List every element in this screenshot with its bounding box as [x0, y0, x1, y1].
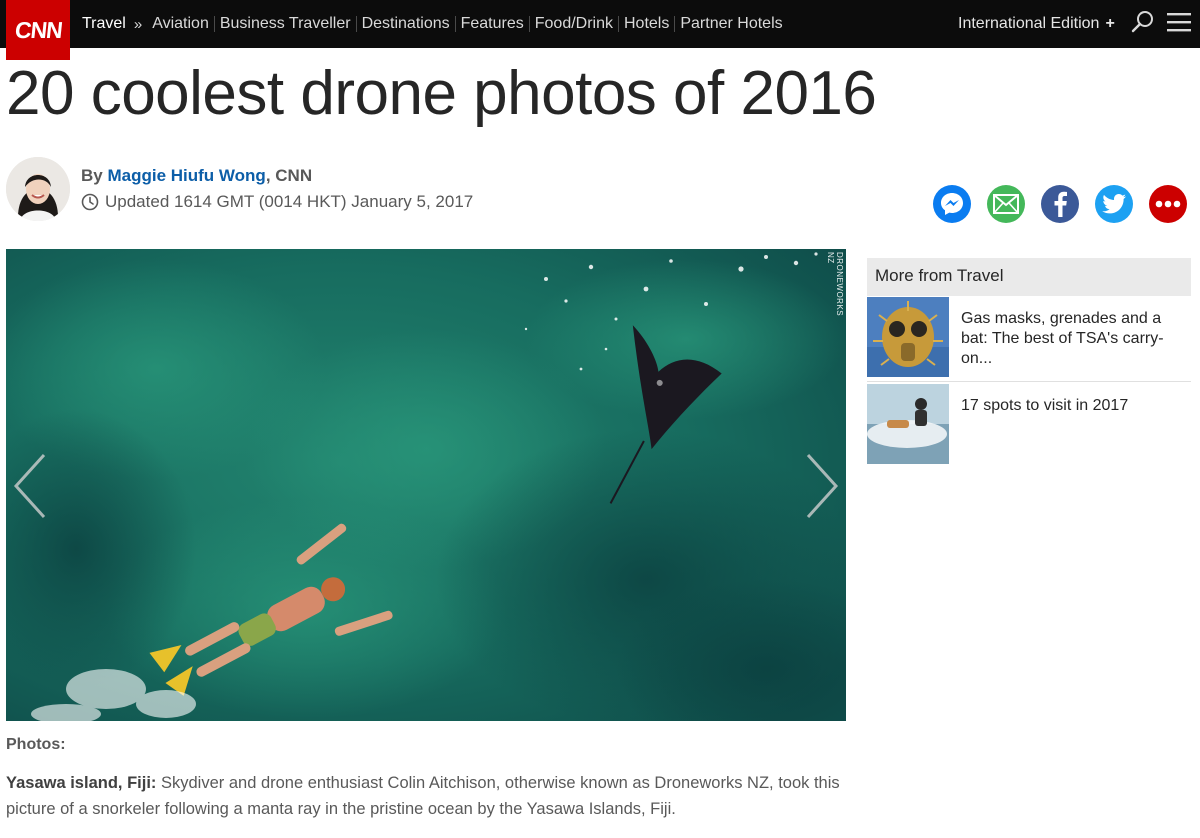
nav-item-features[interactable]: Features: [454, 16, 529, 32]
email-icon: [993, 194, 1019, 214]
byline-prefix: By: [81, 166, 108, 185]
more-icon: [1155, 200, 1181, 208]
edition-picker[interactable]: International Edition +: [958, 0, 1115, 48]
caption-location: Yasawa island, Fiji:: [6, 774, 157, 792]
nav-item-partner-hotels[interactable]: Partner Hotels: [674, 16, 787, 32]
author-link[interactable]: Maggie Hiufu Wong: [107, 166, 265, 185]
related-article[interactable]: 17 spots to visit in 2017: [867, 384, 1191, 464]
search-icon[interactable]: [1131, 10, 1155, 34]
nav-item-business-traveller[interactable]: Business Traveller: [213, 16, 356, 32]
photo-caption: Yasawa island, Fiji: Skydiver and drone …: [6, 770, 846, 822]
photo-watermark: DRONEWORKS NZ: [826, 252, 844, 317]
share-facebook-button[interactable]: [1041, 185, 1079, 223]
more-header-label: More from Travel: [875, 266, 1004, 285]
byline: By Maggie Hiufu Wong, CNN: [81, 166, 312, 186]
nav-item-food-drink[interactable]: Food/Drink: [528, 16, 618, 32]
share-messenger-button[interactable]: [933, 185, 971, 223]
nav-item-destinations[interactable]: Destinations: [355, 16, 455, 32]
logo-text: CNN: [13, 16, 63, 43]
byline-suffix: , CNN: [265, 166, 313, 185]
share-email-button[interactable]: [987, 185, 1025, 223]
photos-label: Photos:: [6, 736, 66, 753]
hamburger-menu-icon[interactable]: [1167, 11, 1191, 33]
nav-item-aviation[interactable]: Aviation: [152, 16, 214, 32]
related-thumbnail[interactable]: [867, 297, 949, 377]
gallery-image[interactable]: [6, 249, 846, 721]
top-nav-bar: Travel » Aviation Business Traveller Des…: [0, 0, 1200, 48]
nav-separator: »: [133, 15, 143, 33]
gallery-next-arrow-icon[interactable]: [802, 453, 842, 519]
author-avatar: [6, 157, 70, 221]
clock-icon: [81, 193, 99, 211]
cnn-logo[interactable]: CNN: [6, 0, 70, 60]
share-twitter-button[interactable]: [1095, 185, 1133, 223]
updated-text: Updated 1614 GMT (0014 HKT) January 5, 2…: [105, 192, 474, 211]
related-thumbnail[interactable]: [867, 384, 949, 464]
related-title[interactable]: 17 spots to visit in 2017: [961, 396, 1181, 416]
updated-timestamp: Updated 1614 GMT (0014 HKT) January 5, 2…: [81, 192, 473, 212]
edition-label: International Edition: [958, 15, 1100, 32]
page-title: 20 coolest drone photos of 2016: [6, 59, 877, 128]
nav-item-hotels[interactable]: Hotels: [618, 16, 674, 32]
share-more-button[interactable]: [1149, 185, 1187, 223]
related-title[interactable]: Gas masks, grenades and a bat: The best …: [961, 309, 1181, 369]
edition-plus-icon: +: [1105, 15, 1115, 32]
gallery-prev-arrow-icon[interactable]: [10, 453, 50, 519]
facebook-icon: [1054, 191, 1067, 217]
section-nav: Travel » Aviation Business Traveller Des…: [82, 0, 788, 48]
more-from-travel-header: More from Travel: [867, 258, 1191, 296]
twitter-icon: [1102, 194, 1126, 214]
nav-section-travel[interactable]: Travel: [82, 15, 126, 33]
ocean-drone-photo: [6, 249, 846, 721]
messenger-icon: [941, 193, 963, 215]
related-article[interactable]: Gas masks, grenades and a bat: The best …: [867, 297, 1191, 382]
